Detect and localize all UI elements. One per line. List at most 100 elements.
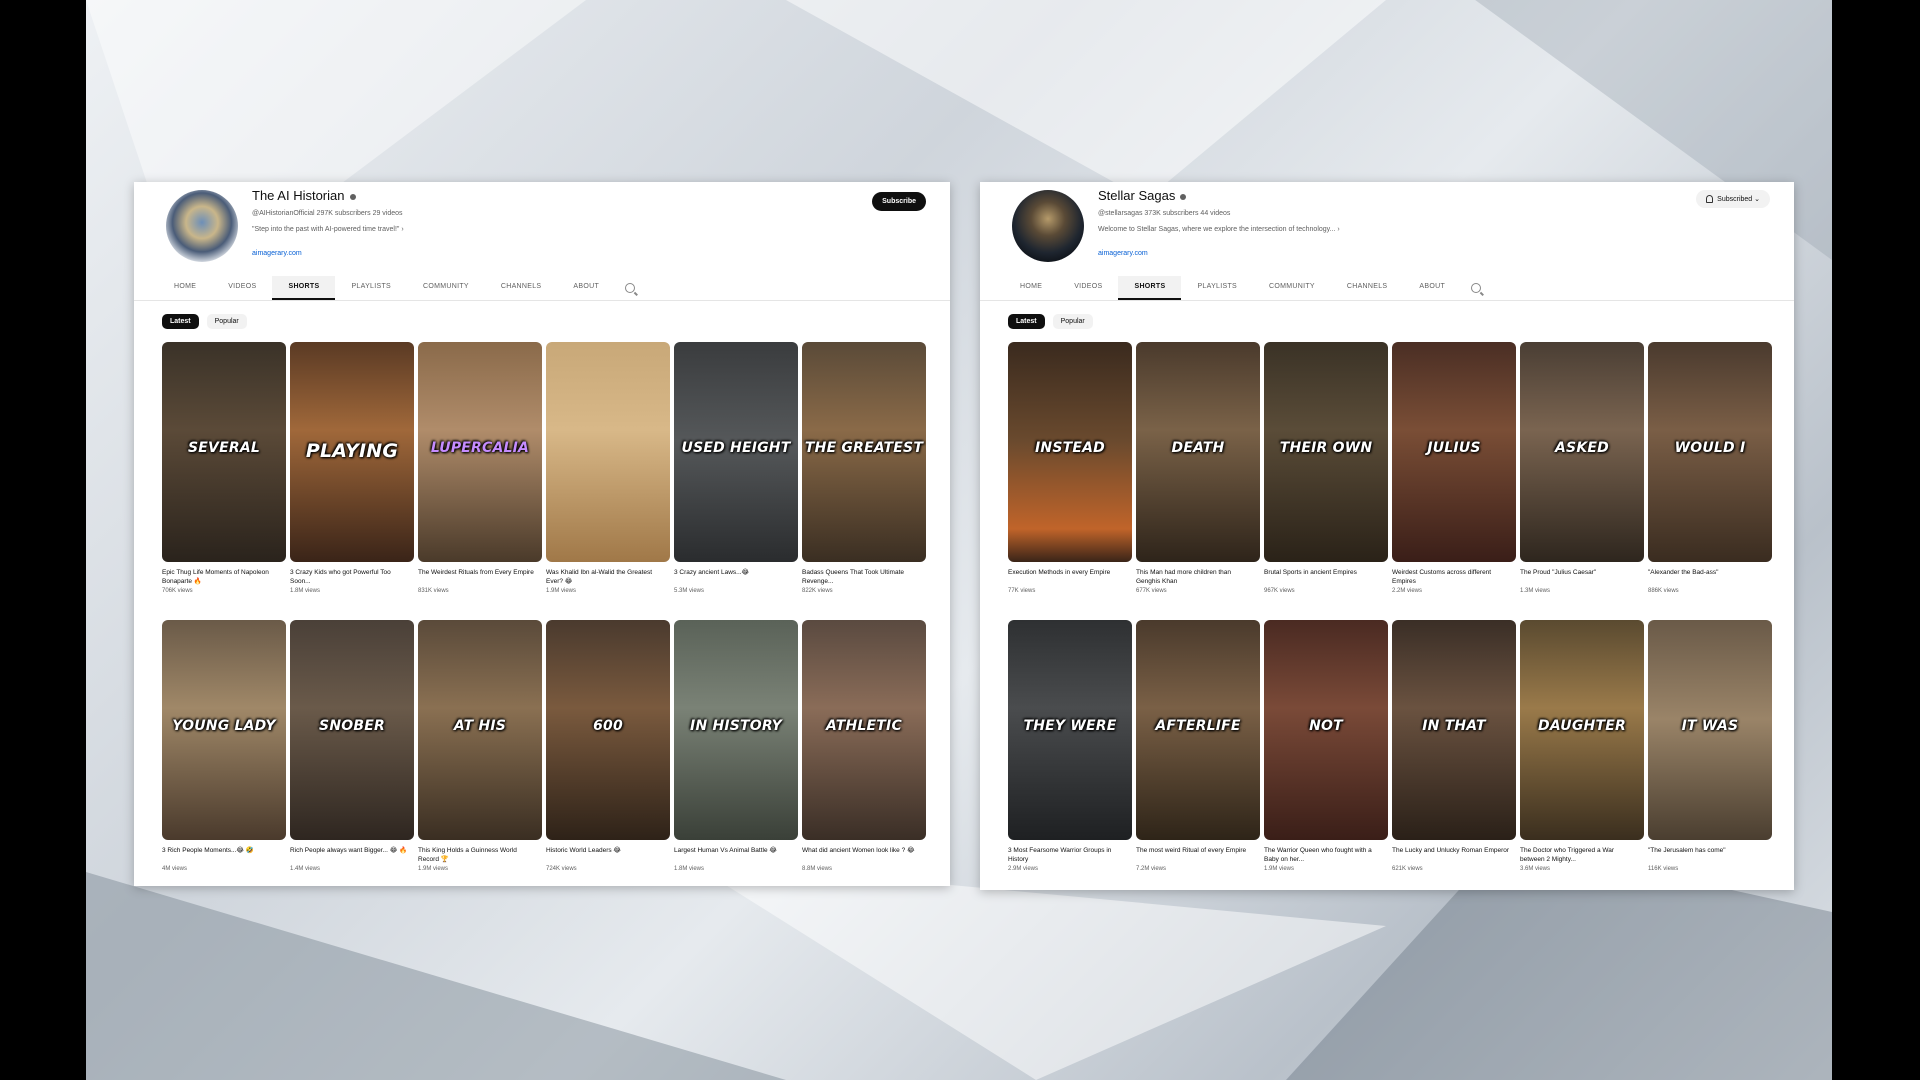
short-title[interactable]: This Man had more children than Genghis …	[1136, 568, 1260, 586]
tab-videos[interactable]: VIDEOS	[1058, 276, 1118, 300]
short-card[interactable]: Was Khalid Ibn al-Walid the Greatest Eve…	[546, 342, 670, 620]
short-card[interactable]: THE GREATEST Badass Queens That Took Ulti…	[802, 342, 926, 620]
tab-videos[interactable]: VIDEOS	[212, 276, 272, 300]
short-title[interactable]: 3 Crazy ancient Laws...😂	[674, 568, 798, 586]
short-thumbnail[interactable]: SNOBER	[290, 620, 414, 840]
short-title[interactable]: Execution Methods in every Empire	[1008, 568, 1132, 586]
short-title[interactable]: The Warrior Queen who fought with a Baby…	[1264, 846, 1388, 864]
short-title[interactable]: The Proud "Julius Caesar"	[1520, 568, 1644, 586]
tab-community[interactable]: COMMUNITY	[1253, 276, 1331, 300]
short-card[interactable]: INSTEAD Execution Methods in every Empire…	[1008, 342, 1132, 620]
short-card[interactable]: IT WAS "The Jerusalem has come" 116K views	[1648, 620, 1772, 898]
tab-shorts[interactable]: SHORTS	[1118, 276, 1182, 300]
short-title[interactable]: Epic Thug Life Moments of Napoleon Bonap…	[162, 568, 286, 586]
short-card[interactable]: ASKED The Proud "Julius Caesar" 1.3M views	[1520, 342, 1644, 620]
short-title[interactable]: 3 Crazy Kids who got Powerful Too Soon..…	[290, 568, 414, 586]
short-thumbnail[interactable]: THEY WERE	[1008, 620, 1132, 840]
short-thumbnail[interactable]: DEATH	[1136, 342, 1260, 562]
short-title[interactable]: What did ancient Women look like ? 😂	[802, 846, 926, 864]
short-card[interactable]: THEIR OWN Brutal Sports in ancient Empire…	[1264, 342, 1388, 620]
chip-popular[interactable]: Popular	[1052, 314, 1093, 329]
short-title[interactable]: "The Jerusalem has come"	[1648, 846, 1772, 864]
short-card[interactable]: PLAYING 3 Crazy Kids who got Powerful Too…	[290, 342, 414, 620]
tab-home[interactable]: HOME	[158, 276, 212, 300]
short-card[interactable]: SEVERAL Epic Thug Life Moments of Napoleo…	[162, 342, 286, 620]
short-thumbnail[interactable]: IN THAT	[1392, 620, 1516, 840]
short-card[interactable]: YOUNG LADY 3 Rich People Moments...😂 🤣 4M …	[162, 620, 286, 898]
short-title[interactable]: Brutal Sports in ancient Empires	[1264, 568, 1388, 586]
channel-description[interactable]: Welcome to Stellar Sagas, where we explo…	[1098, 226, 1340, 233]
short-thumbnail[interactable]: WOULD I	[1648, 342, 1772, 562]
tab-about[interactable]: ABOUT	[1403, 276, 1461, 300]
short-thumbnail[interactable]: JULIUS	[1392, 342, 1516, 562]
short-title[interactable]: The Doctor who Triggered a War between 2…	[1520, 846, 1644, 864]
tab-channels[interactable]: CHANNELS	[485, 276, 558, 300]
short-thumbnail[interactable]: NOT	[1264, 620, 1388, 840]
short-thumbnail[interactable]: USED HEIGHT	[674, 342, 798, 562]
tab-shorts[interactable]: SHORTS	[272, 276, 336, 300]
tab-about[interactable]: ABOUT	[557, 276, 615, 300]
short-title[interactable]: This King Holds a Guinness World Record …	[418, 846, 542, 864]
short-card[interactable]: USED HEIGHT 3 Crazy ancient Laws...😂 5.3M …	[674, 342, 798, 620]
short-title[interactable]: The most weird Ritual of every Empire	[1136, 846, 1260, 864]
channel-name[interactable]: The AI Historian	[252, 188, 356, 203]
subscribed-button[interactable]: Subscribed ⌄	[1696, 190, 1770, 209]
short-thumbnail[interactable]: IT WAS	[1648, 620, 1772, 840]
channel-link[interactable]: aimagerary.com	[1098, 250, 1148, 257]
short-card[interactable]: NOT The Warrior Queen who fought with a B…	[1264, 620, 1388, 898]
short-card[interactable]: THEY WERE 3 Most Fearsome Warrior Groups …	[1008, 620, 1132, 898]
short-card[interactable]: AFTERLIFE The most weird Ritual of every …	[1136, 620, 1260, 898]
short-thumbnail[interactable]: THEIR OWN	[1264, 342, 1388, 562]
short-card[interactable]: LUPERCALIA The Weirdest Rituals from Ever…	[418, 342, 542, 620]
short-title[interactable]: "Alexander the Bad-ass"	[1648, 568, 1772, 586]
short-thumbnail[interactable]: YOUNG LADY	[162, 620, 286, 840]
tab-channels[interactable]: CHANNELS	[1331, 276, 1404, 300]
short-thumbnail[interactable]: INSTEAD	[1008, 342, 1132, 562]
subscribe-button[interactable]: Subscribe	[872, 192, 926, 211]
short-thumbnail[interactable]: THE GREATEST	[802, 342, 926, 562]
short-title[interactable]: The Lucky and Unlucky Roman Emperor	[1392, 846, 1516, 864]
short-thumbnail[interactable]	[546, 342, 670, 562]
short-thumbnail[interactable]: DAUGHTER	[1520, 620, 1644, 840]
short-thumbnail[interactable]: IN HISTORY	[674, 620, 798, 840]
tab-home[interactable]: HOME	[1004, 276, 1058, 300]
short-title[interactable]: 3 Rich People Moments...😂 🤣	[162, 846, 286, 864]
short-card[interactable]: 600 Historic World Leaders 😂 724K views	[546, 620, 670, 898]
channel-name[interactable]: Stellar Sagas	[1098, 188, 1187, 203]
short-card[interactable]: DAUGHTER The Doctor who Triggered a War b…	[1520, 620, 1644, 898]
short-card[interactable]: SNOBER Rich People always want Bigger... …	[290, 620, 414, 898]
short-title[interactable]: The Weirdest Rituals from Every Empire	[418, 568, 542, 586]
tab-playlists[interactable]: PLAYLISTS	[1181, 276, 1253, 300]
short-card[interactable]: AT HIS This King Holds a Guinness World R…	[418, 620, 542, 898]
short-title[interactable]: Weirdest Customs across different Empire…	[1392, 568, 1516, 586]
short-title[interactable]: Largest Human Vs Animal Battle 😂	[674, 846, 798, 864]
short-thumbnail[interactable]: AT HIS	[418, 620, 542, 840]
short-title[interactable]: Historic World Leaders 😂	[546, 846, 670, 864]
tab-community[interactable]: COMMUNITY	[407, 276, 485, 300]
tab-playlists[interactable]: PLAYLISTS	[335, 276, 407, 300]
short-card[interactable]: JULIUS Weirdest Customs across different …	[1392, 342, 1516, 620]
short-title[interactable]: Was Khalid Ibn al-Walid the Greatest Eve…	[546, 568, 670, 586]
channel-description[interactable]: "Step into the past with AI-powered time…	[252, 226, 404, 233]
channel-avatar[interactable]	[1012, 190, 1084, 262]
search-icon[interactable]	[625, 283, 636, 293]
short-card[interactable]: ATHLETIC What did ancient Women look like…	[802, 620, 926, 898]
chip-latest[interactable]: Latest	[1008, 314, 1045, 329]
short-thumbnail[interactable]: LUPERCALIA	[418, 342, 542, 562]
short-title[interactable]: 3 Most Fearsome Warrior Groups in Histor…	[1008, 846, 1132, 864]
search-icon[interactable]	[1471, 283, 1482, 293]
short-card[interactable]: IN THAT The Lucky and Unlucky Roman Emper…	[1392, 620, 1516, 898]
short-thumbnail[interactable]: ASKED	[1520, 342, 1644, 562]
short-thumbnail[interactable]: ATHLETIC	[802, 620, 926, 840]
channel-avatar[interactable]	[166, 190, 238, 262]
short-title[interactable]: Rich People always want Bigger... 😂 🔥	[290, 846, 414, 864]
short-thumbnail[interactable]: SEVERAL	[162, 342, 286, 562]
short-thumbnail[interactable]: PLAYING	[290, 342, 414, 562]
short-title[interactable]: Badass Queens That Took Ultimate Revenge…	[802, 568, 926, 586]
chip-latest[interactable]: Latest	[162, 314, 199, 329]
channel-link[interactable]: aimagerary.com	[252, 250, 302, 257]
short-thumbnail[interactable]: AFTERLIFE	[1136, 620, 1260, 840]
short-card[interactable]: WOULD I "Alexander the Bad-ass" 886K views	[1648, 342, 1772, 620]
short-thumbnail[interactable]: 600	[546, 620, 670, 840]
short-card[interactable]: IN HISTORY Largest Human Vs Animal Battle…	[674, 620, 798, 898]
